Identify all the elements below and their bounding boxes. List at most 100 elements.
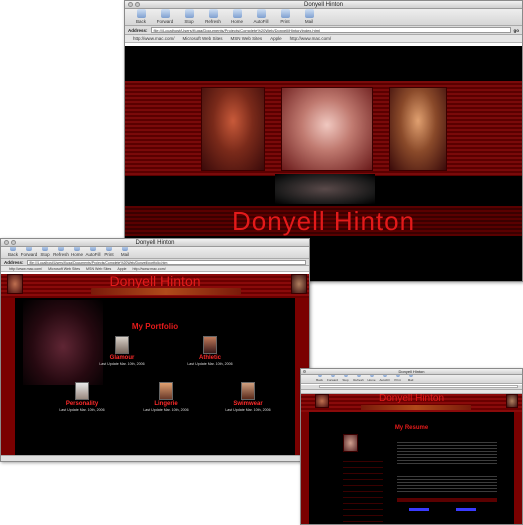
favorite-link[interactable]: MSN Web Sites: [230, 36, 262, 41]
favorite-link[interactable]: Apple: [270, 36, 282, 41]
title-bar[interactable]: Donyell Hinton: [125, 1, 522, 9]
favorites-bar: http://www.mac.com/ Microsoft Web Sites …: [125, 35, 522, 43]
favorite-link[interactable]: http://www.mac.com/: [290, 36, 332, 41]
autofill-label: AutoFill: [379, 378, 390, 382]
experience-row-bar: [397, 498, 497, 502]
favorite-link[interactable]: MSN Web Sites: [86, 267, 111, 271]
stop-label: Stop: [342, 378, 349, 382]
nav-links-bar[interactable]: [91, 288, 241, 295]
favorite-link[interactable]: Microsoft Web Sites: [183, 36, 223, 41]
toolbar: Back Forward Stop Refresh Home AutoFill …: [125, 9, 522, 26]
print-button[interactable]: Print: [273, 9, 297, 25]
address-input[interactable]: [319, 385, 518, 388]
resume-page-content: Donyell Hinton My Resume: [301, 394, 522, 524]
stats-column: [343, 456, 383, 522]
home-button[interactable]: Home: [225, 9, 249, 25]
date-lingerie: Last Update Mar. 10th, 2006: [143, 408, 189, 412]
status-bar: [1, 455, 309, 461]
portfolio-heading: My Portfolio: [131, 322, 179, 331]
refresh-label: Refresh: [205, 19, 221, 24]
print-label: Print: [280, 19, 290, 24]
nav-links-bar[interactable]: [361, 405, 471, 410]
address-label: Address:: [4, 259, 24, 265]
home-label: Home: [367, 378, 376, 382]
favorite-link[interactable]: http://www.mac.com/: [133, 36, 175, 41]
refresh-icon: [208, 9, 218, 18]
autofill-button[interactable]: AutoFill: [249, 9, 273, 25]
stop-button[interactable]: Stop: [177, 9, 201, 25]
back-label: Back: [135, 19, 146, 24]
print-label: Print: [104, 252, 114, 257]
refresh-button[interactable]: Refresh: [201, 9, 225, 25]
refresh-label: Refresh: [53, 252, 69, 257]
browser-window-portfolio[interactable]: Donyell Hinton Back Forward Stop Refresh…: [0, 238, 310, 462]
home-icon: [232, 9, 242, 18]
site-name-heading: Donyell Hinton: [109, 274, 201, 289]
label-swimwear[interactable]: Swimwear: [223, 401, 273, 407]
refresh-label: Refresh: [353, 378, 364, 382]
date-swimwear: Last Update Mar. 10th, 2006: [225, 408, 271, 412]
label-glamour[interactable]: Glamour: [97, 355, 147, 361]
portfolio-page-content: Donyell Hinton My Portfolio Glamour Last…: [1, 274, 309, 455]
address-bar: Address: file:///Localhost/Users/Kuga/Do…: [125, 26, 522, 35]
address-input[interactable]: file:///Localhost/Users/Kuga/Documents/P…: [26, 259, 306, 265]
address-label: Address:: [128, 27, 148, 33]
contact-link-right[interactable]: [456, 508, 476, 511]
title-bar[interactable]: Donyell Hinton: [1, 239, 309, 247]
window-title: Donyell Hinton: [135, 240, 175, 246]
title-bar[interactable]: Donyell Hinton: [301, 369, 522, 375]
label-personality[interactable]: Personality: [57, 401, 107, 407]
forward-button[interactable]: Forward: [153, 9, 177, 25]
model-photo-swimwear: [389, 87, 447, 171]
back-label: Back: [316, 378, 323, 382]
stop-label: Stop: [40, 252, 50, 257]
home-label: Home: [230, 19, 243, 24]
back-button[interactable]: Back: [129, 9, 153, 25]
toolbar: Back Forward Stop Refresh Home AutoFill …: [1, 245, 309, 259]
thumb-athletic[interactable]: [203, 336, 217, 354]
date-personality: Last Update Mar. 10th, 2006: [59, 408, 105, 412]
thumb-lingerie[interactable]: [159, 382, 173, 400]
print-label: Print: [394, 378, 401, 382]
favorites-bar: http://www.mac.com/ Microsoft Web Sites …: [1, 266, 309, 272]
back-arrow-icon: [136, 9, 146, 18]
model-photo-fitness: [201, 87, 265, 171]
autofill-label: AutoFill: [85, 252, 101, 257]
training-text-block: [397, 474, 497, 494]
label-lingerie[interactable]: Lingerie: [141, 401, 191, 407]
faded-face-image: [275, 174, 375, 204]
model-photo-portrait: [281, 87, 373, 171]
go-button[interactable]: go: [514, 28, 520, 33]
resume-headshot: [343, 434, 358, 452]
thumb-glamour[interactable]: [115, 336, 129, 354]
print-icon: [280, 9, 290, 18]
window-title: Donyell Hinton: [303, 2, 344, 8]
date-glamour: Last Update Mar. 10th, 2006: [99, 362, 145, 366]
site-name-heading: Donyell Hinton: [231, 206, 416, 236]
mail-label: Mail: [407, 378, 414, 382]
autofill-icon: [256, 9, 266, 18]
thumb-swimwear[interactable]: [241, 382, 255, 400]
favorite-link[interactable]: Apple: [117, 267, 126, 271]
autofill-label: AutoFill: [253, 19, 269, 24]
mail-icon: [304, 9, 314, 18]
favorite-link[interactable]: Microsoft Web Sites: [48, 267, 80, 271]
forward-label: Forward: [20, 252, 38, 257]
label-athletic[interactable]: Athletic: [185, 355, 235, 361]
toolbar: Back Forward Stop Refresh Home AutoFill …: [301, 373, 522, 384]
thumb-personality[interactable]: [75, 382, 89, 400]
back-label: Back: [7, 252, 18, 257]
address-input[interactable]: file:///Localhost/Users/Kuga/Documents/P…: [150, 27, 511, 33]
mail-label: Mail: [120, 252, 130, 257]
stop-icon: [184, 9, 194, 18]
faded-background-model: [23, 300, 103, 385]
description-text-block: [397, 440, 497, 466]
favorite-link[interactable]: http://www.mac.com/: [133, 267, 166, 271]
contact-link-left[interactable]: [409, 508, 429, 511]
forward-label: Forward: [156, 19, 174, 24]
browser-window-resume[interactable]: Donyell Hinton Back Forward Stop Refresh…: [300, 368, 523, 525]
forward-arrow-icon: [160, 9, 170, 18]
mail-label: Mail: [304, 19, 314, 24]
favorite-link[interactable]: http://www.mac.com/: [9, 267, 42, 271]
mail-button[interactable]: Mail: [297, 9, 321, 25]
